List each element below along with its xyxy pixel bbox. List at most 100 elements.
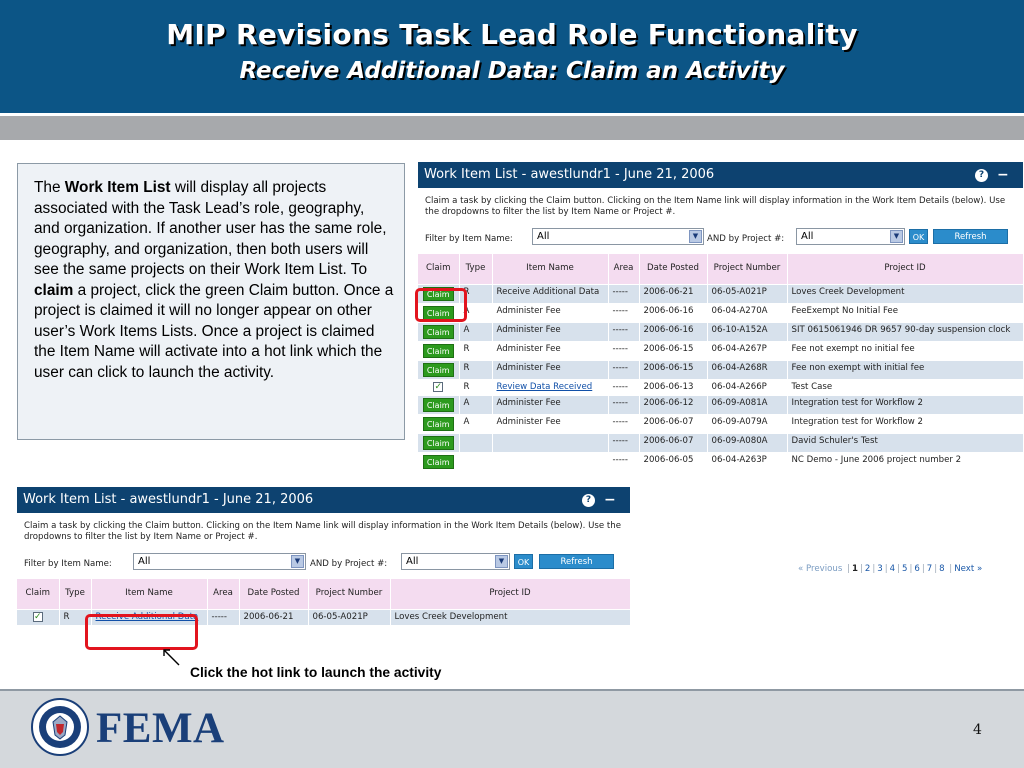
dhs-seal-icon <box>31 698 89 756</box>
filter-bar: Filter by Item Name: All ▼ AND by Projec… <box>418 224 1023 254</box>
chevron-down-icon[interactable]: ▼ <box>689 230 702 243</box>
callout-arrow-icon <box>163 649 180 666</box>
claim-button[interactable]: Claim <box>422 362 454 377</box>
project-number-cell: 06-09-A079A <box>707 413 788 433</box>
description-text: The <box>34 179 65 196</box>
checkmark-icon: ✓ <box>433 381 444 392</box>
filter-project-label: AND by Project #: <box>310 559 388 569</box>
project-id-cell: Fee not exempt no initial fee <box>787 340 1023 360</box>
claim-button[interactable]: Claim <box>422 397 454 412</box>
panel-title: Work Item List - awestlundr1 - June 21, … <box>23 492 314 507</box>
column-header-project-number[interactable]: Project Number <box>707 254 788 284</box>
pager-next[interactable]: Next » <box>954 564 982 574</box>
slide-header: MIP Revisions Task Lead Role Functionali… <box>0 0 1024 113</box>
work-item-rows: Claim R Receive Additional Data ----- 2006-0… <box>418 283 1023 471</box>
pager-page-8[interactable]: 8 <box>939 564 944 574</box>
item-name-cell: Administer Fee <box>492 394 609 414</box>
column-header-type[interactable]: Type <box>459 254 493 284</box>
claim-button[interactable]: Claim <box>422 343 454 358</box>
pager-page-3[interactable]: 3 <box>877 564 882 574</box>
project-number-select[interactable]: All ▼ <box>796 228 905 245</box>
date-cell: 2006-06-13 <box>639 378 708 395</box>
project-id-cell: Integration test for Workflow 2 <box>787 394 1023 414</box>
column-header-project-id[interactable]: Project ID <box>390 579 630 609</box>
type-cell: R <box>459 340 493 360</box>
callout-caption: Click the hot link to launch the activit… <box>190 665 442 680</box>
help-icon[interactable]: ? <box>975 169 988 182</box>
date-cell: 2006-06-12 <box>639 394 708 414</box>
claim-button[interactable]: Claim <box>422 324 454 339</box>
chevron-down-icon[interactable]: ▼ <box>495 555 508 568</box>
project-id-cell: Integration test for Workflow 2 <box>787 413 1023 433</box>
item-name-cell <box>492 451 609 471</box>
panel-title-bar: Work Item List - awestlundr1 - June 21, … <box>17 487 630 513</box>
column-header-date-posted[interactable]: Date Posted <box>239 579 309 609</box>
date-cell: 2006-06-16 <box>639 321 708 341</box>
project-number-select[interactable]: All ▼ <box>401 553 510 570</box>
claim-cell: ✓ <box>418 378 460 395</box>
claim-cell: ✓ <box>17 608 60 625</box>
column-header-area[interactable]: Area <box>608 254 640 284</box>
item-name-text: Administer Fee <box>496 343 561 354</box>
panel-title-bar: Work Item List - awestlundr1 - June 21, … <box>418 162 1023 188</box>
column-header-date-posted[interactable]: Date Posted <box>639 254 708 284</box>
column-header-item-name[interactable]: Item Name <box>492 254 609 284</box>
filter-item-label: Filter by Item Name: <box>425 234 513 244</box>
chevron-down-icon[interactable]: ▼ <box>291 555 304 568</box>
table-row: Claim A Administer Fee ----- 2006-06-16 06-10… <box>418 321 1023 341</box>
date-cell: 2006-06-07 <box>639 413 708 433</box>
column-header-project-number[interactable]: Project Number <box>308 579 391 609</box>
claim-cell: Claim <box>418 394 460 414</box>
date-cell: 2006-06-15 <box>639 359 708 379</box>
area-cell: ----- <box>608 394 640 414</box>
collapse-icon[interactable]: − <box>997 162 1009 188</box>
hot-link-highlight <box>85 614 198 650</box>
column-header-item-name[interactable]: Item Name <box>91 579 208 609</box>
claim-cell: Claim <box>418 432 460 452</box>
table-row: Claim A Administer Fee ----- 2006-06-16 06-04… <box>418 302 1023 322</box>
column-header-type[interactable]: Type <box>59 579 92 609</box>
item-name-text: Receive Additional Data <box>496 286 600 297</box>
column-header-area[interactable]: Area <box>207 579 240 609</box>
claim-button[interactable]: Claim <box>422 416 454 431</box>
project-number-select-value: All <box>801 231 814 242</box>
claim-button-highlight <box>415 288 467 322</box>
ok-button[interactable]: OK <box>909 229 928 244</box>
claim-button[interactable]: Claim <box>422 454 454 469</box>
item-name-cell: Review Data Received <box>492 378 609 395</box>
refresh-button[interactable]: Refresh <box>539 554 614 569</box>
pager-previous[interactable]: « Previous <box>798 564 842 574</box>
pager-page-6[interactable]: 6 <box>914 564 919 574</box>
column-header-claim[interactable]: Claim <box>17 579 60 609</box>
pager-pages: | 1 | 2 | 3 | 4 | 5 | 6 | 7 | 8 <box>847 564 945 574</box>
table-row: Claim ----- 2006-06-07 06-09-A080A David Sch… <box>418 432 1023 452</box>
area-cell: ----- <box>608 359 640 379</box>
project-id-cell: Loves Creek Development <box>390 608 630 625</box>
project-number-cell: 06-04-A268R <box>707 359 788 379</box>
date-cell: 2006-06-05 <box>639 451 708 471</box>
table-row: Claim R Administer Fee ----- 2006-06-15 06-04… <box>418 340 1023 360</box>
item-name-link[interactable]: Review Data Received <box>497 382 593 392</box>
item-name-text: Administer Fee <box>496 324 561 335</box>
area-cell: ----- <box>608 413 640 433</box>
collapse-icon[interactable]: − <box>604 487 616 513</box>
column-header-claim[interactable]: Claim <box>418 254 460 284</box>
work-item-table: Claim Type Item Name Area Date Posted Pr… <box>418 254 1023 471</box>
description-bold-claim: claim <box>34 281 74 299</box>
item-name-select[interactable]: All ▼ <box>133 553 306 570</box>
table-row: Claim R Administer Fee ----- 2006-06-15 06-04… <box>418 359 1023 379</box>
refresh-button[interactable]: Refresh <box>933 229 1008 244</box>
date-cell: 2006-06-21 <box>639 283 708 303</box>
column-header-project-id[interactable]: Project ID <box>787 254 1023 284</box>
claim-button[interactable]: Claim <box>422 435 454 450</box>
ok-button[interactable]: OK <box>514 554 533 569</box>
item-name-cell <box>492 432 609 452</box>
help-icon[interactable]: ? <box>582 494 595 507</box>
project-id-cell: David Schuler's Test <box>787 432 1023 452</box>
page-number: 4 <box>973 722 982 738</box>
chevron-down-icon[interactable]: ▼ <box>890 230 903 243</box>
project-number-cell: 06-10-A152A <box>707 321 788 341</box>
area-cell: ----- <box>608 340 640 360</box>
filter-bar: Filter by Item Name: All ▼ AND by Projec… <box>17 549 630 579</box>
item-name-select[interactable]: All ▼ <box>532 228 704 245</box>
